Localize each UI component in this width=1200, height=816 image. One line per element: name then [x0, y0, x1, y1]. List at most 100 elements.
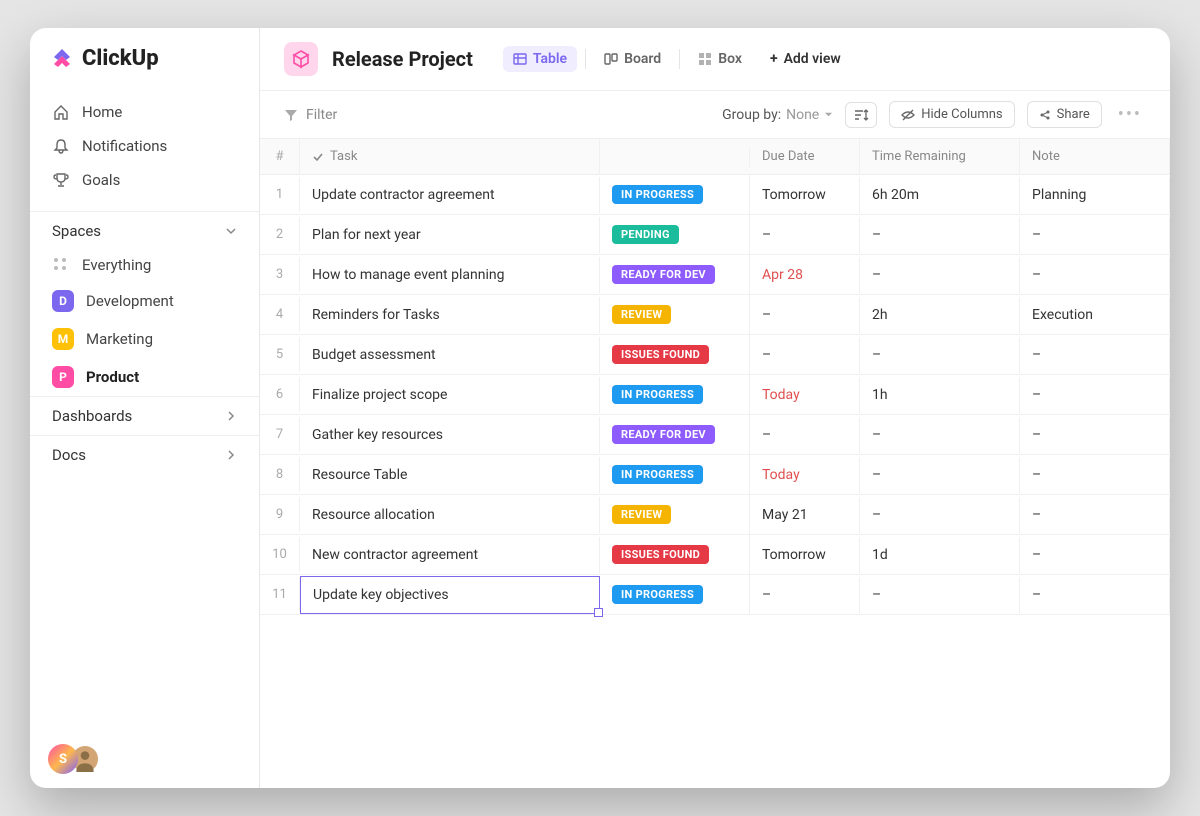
hide-columns-button[interactable]: Hide Columns	[889, 101, 1014, 128]
cell-due[interactable]: –	[750, 217, 860, 253]
user-area[interactable]: S	[48, 744, 100, 774]
view-tab-board[interactable]: Board	[594, 46, 671, 72]
sidebar-item-everything[interactable]: Everything	[30, 248, 259, 282]
status-badge: READY FOR DEV	[612, 265, 715, 284]
table-row[interactable]: 5Budget assessmentISSUES FOUND–––	[260, 335, 1170, 375]
spaces-header[interactable]: Spaces	[30, 211, 259, 248]
nav-item-notifications[interactable]: Notifications	[42, 129, 247, 163]
table-row[interactable]: 10New contractor agreementISSUES FOUNDTo…	[260, 535, 1170, 575]
cell-due[interactable]: Today	[750, 377, 860, 413]
cell-status[interactable]: IN PROGRESS	[600, 175, 750, 214]
cell-number: 11	[260, 577, 300, 612]
cell-status[interactable]: IN PROGRESS	[600, 455, 750, 494]
chevron-down-icon	[225, 225, 237, 237]
table-row[interactable]: 11Update key objectivesIN PROGRESS–––	[260, 575, 1170, 615]
cell-due[interactable]: Tomorrow	[750, 177, 860, 213]
cell-note[interactable]: –	[1020, 337, 1170, 373]
cell-task[interactable]: Update key objectives	[300, 576, 600, 614]
cell-task[interactable]: Plan for next year	[300, 217, 600, 253]
cell-status[interactable]: REVIEW	[600, 295, 750, 334]
cell-status[interactable]: IN PROGRESS	[600, 575, 750, 614]
cell-due[interactable]: –	[750, 417, 860, 453]
cell-time[interactable]: –	[860, 577, 1020, 613]
sidebar-space-marketing[interactable]: MMarketing	[30, 320, 259, 358]
project-icon[interactable]	[284, 42, 318, 76]
cell-time[interactable]: –	[860, 417, 1020, 453]
cell-task[interactable]: Budget assessment	[300, 337, 600, 373]
cell-time[interactable]: –	[860, 337, 1020, 373]
filter-button[interactable]: Filter	[284, 107, 337, 123]
cell-time[interactable]: –	[860, 257, 1020, 293]
cell-status[interactable]: IN PROGRESS	[600, 375, 750, 414]
col-status[interactable]	[600, 147, 750, 167]
sidebar-section-dashboards[interactable]: Dashboards	[30, 396, 259, 435]
cell-due[interactable]: May 21	[750, 497, 860, 533]
cell-note[interactable]: –	[1020, 577, 1170, 613]
cell-note[interactable]: Planning	[1020, 177, 1170, 213]
avatar-self[interactable]: S	[48, 744, 78, 774]
logo[interactable]: ClickUp	[30, 46, 259, 89]
col-task[interactable]: Task	[300, 139, 600, 174]
view-tab-box[interactable]: Box	[688, 46, 752, 72]
cell-task[interactable]: Finalize project scope	[300, 377, 600, 413]
cell-due[interactable]: Apr 28	[750, 257, 860, 293]
cell-note[interactable]: –	[1020, 257, 1170, 293]
cell-time[interactable]: 1d	[860, 537, 1020, 573]
cell-note[interactable]: –	[1020, 217, 1170, 253]
cell-task[interactable]: Gather key resources	[300, 417, 600, 453]
group-by-select[interactable]: Group by: None	[722, 107, 833, 123]
col-note[interactable]: Note	[1020, 139, 1170, 174]
cell-note[interactable]: –	[1020, 377, 1170, 413]
cell-time[interactable]: –	[860, 457, 1020, 493]
table-row[interactable]: 8Resource TableIN PROGRESSToday––	[260, 455, 1170, 495]
cell-note[interactable]: –	[1020, 417, 1170, 453]
more-menu-button[interactable]: •••	[1114, 104, 1146, 125]
cell-status[interactable]: ISSUES FOUND	[600, 335, 750, 374]
nav-item-home[interactable]: Home	[42, 95, 247, 129]
nav-item-goals[interactable]: Goals	[42, 163, 247, 197]
cell-note[interactable]: –	[1020, 457, 1170, 493]
cell-task[interactable]: Resource allocation	[300, 497, 600, 533]
cell-due[interactable]: –	[750, 337, 860, 373]
add-view-button[interactable]: + Add view	[770, 51, 841, 67]
cell-status[interactable]: ISSUES FOUND	[600, 535, 750, 574]
table-row[interactable]: 3How to manage event planningREADY FOR D…	[260, 255, 1170, 295]
table-row[interactable]: 7Gather key resourcesREADY FOR DEV–––	[260, 415, 1170, 455]
cell-due[interactable]: –	[750, 297, 860, 333]
table-row[interactable]: 1Update contractor agreementIN PROGRESST…	[260, 175, 1170, 215]
cell-time[interactable]: 1h	[860, 377, 1020, 413]
cell-time[interactable]: 2h	[860, 297, 1020, 333]
cell-note[interactable]: –	[1020, 497, 1170, 533]
cell-time[interactable]: –	[860, 217, 1020, 253]
cell-time[interactable]: 6h 20m	[860, 177, 1020, 213]
cell-due[interactable]: Tomorrow	[750, 537, 860, 573]
col-due[interactable]: Due Date	[750, 139, 860, 174]
sort-button[interactable]	[845, 102, 877, 128]
cell-status[interactable]: READY FOR DEV	[600, 255, 750, 294]
table-row[interactable]: 6Finalize project scopeIN PROGRESSToday1…	[260, 375, 1170, 415]
col-number[interactable]: #	[260, 139, 300, 174]
cell-task[interactable]: Reminders for Tasks	[300, 297, 600, 333]
sidebar-space-product[interactable]: PProduct	[30, 358, 259, 396]
cell-task[interactable]: How to manage event planning	[300, 257, 600, 293]
cell-time[interactable]: –	[860, 497, 1020, 533]
table-row[interactable]: 4Reminders for TasksREVIEW–2hExecution	[260, 295, 1170, 335]
cell-task[interactable]: Resource Table	[300, 457, 600, 493]
status-badge: REVIEW	[612, 305, 671, 324]
cell-status[interactable]: PENDING	[600, 215, 750, 254]
col-time[interactable]: Time Remaining	[860, 139, 1020, 174]
cell-due[interactable]: –	[750, 577, 860, 613]
sidebar-section-docs[interactable]: Docs	[30, 435, 259, 474]
cell-status[interactable]: REVIEW	[600, 495, 750, 534]
cell-due[interactable]: Today	[750, 457, 860, 493]
cell-task[interactable]: New contractor agreement	[300, 537, 600, 573]
table-row[interactable]: 9Resource allocationREVIEWMay 21––	[260, 495, 1170, 535]
sidebar-space-development[interactable]: DDevelopment	[30, 282, 259, 320]
cell-status[interactable]: READY FOR DEV	[600, 415, 750, 454]
table-row[interactable]: 2Plan for next yearPENDING–––	[260, 215, 1170, 255]
share-button[interactable]: Share	[1027, 101, 1102, 128]
cell-task[interactable]: Update contractor agreement	[300, 177, 600, 213]
cell-note[interactable]: –	[1020, 537, 1170, 573]
cell-note[interactable]: Execution	[1020, 297, 1170, 333]
view-tab-table[interactable]: Table	[503, 46, 577, 72]
